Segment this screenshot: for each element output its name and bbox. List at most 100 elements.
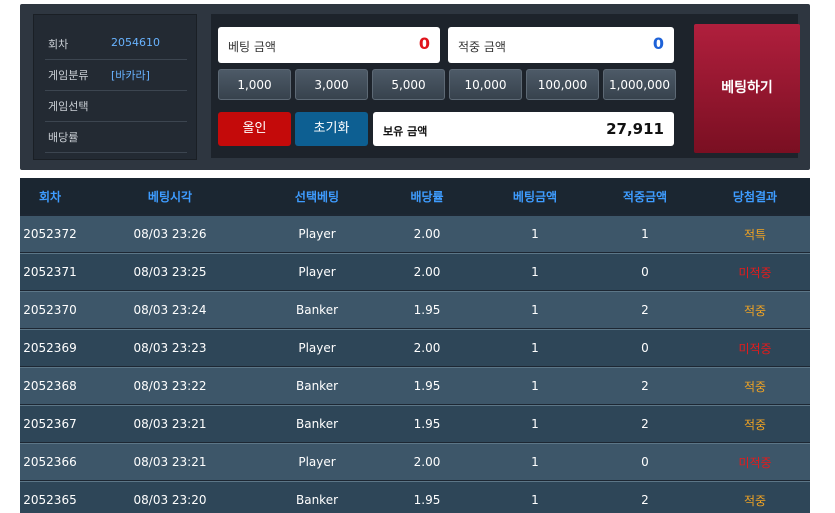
cell-odds: 1.95 [413, 379, 441, 393]
cell-bet-time: 08/03 23:25 [133, 265, 207, 279]
row-divider [20, 291, 810, 292]
row-divider [20, 443, 810, 444]
cell-win-amount: 0 [641, 265, 649, 279]
cell-win-amount: 0 [641, 455, 649, 469]
holding-label: 보유 금액 [383, 125, 428, 138]
cell-selection: Player [298, 265, 336, 279]
cell-selection: Banker [295, 493, 339, 507]
win-amount-field: 적중 금액 0 [448, 27, 674, 63]
all-in-button[interactable]: 올인 [218, 112, 291, 146]
cell-bet-amount: 1 [531, 227, 539, 241]
info-row-odds: 배당률 [45, 122, 187, 153]
cell-bet-time: 08/03 23:26 [133, 227, 207, 241]
table-row: 2052366 08/03 23:21 Player 2.00 1 0 미적중 [20, 444, 810, 480]
bet-amount-label: 베팅 금액 [228, 40, 276, 54]
reset-button[interactable]: 초기화 [295, 112, 368, 146]
cell-odds: 2.00 [413, 265, 441, 279]
header-result: 당첨결과 [732, 189, 778, 204]
odds-label: 배당률 [48, 131, 79, 144]
row-divider [20, 481, 810, 482]
info-row-round: 회차 2054610 [45, 29, 187, 60]
cell-round: 2052372 [23, 227, 77, 241]
cell-win-amount: 2 [641, 379, 649, 393]
row-divider [20, 329, 810, 330]
cell-bet-amount: 1 [531, 341, 539, 355]
holding-value: 27,911 [606, 120, 664, 138]
betting-panel: 회차 2054610 게임분류 [바카라] 게임선택 배당률 베팅 금액 0 적… [20, 4, 810, 170]
cell-bet-amount: 1 [531, 303, 539, 317]
table-header: 회차 베팅시각 선택베팅 배당률 베팅금액 적중금액 당첨결과 [20, 178, 810, 214]
header-odds: 배당률 [410, 189, 444, 204]
cell-result: 적중 [743, 303, 767, 318]
table-row: 2052371 08/03 23:25 Player 2.00 1 0 미적중 [20, 254, 810, 290]
cell-selection: Banker [295, 303, 339, 317]
cell-bet-amount: 1 [531, 455, 539, 469]
cell-result: 적중 [743, 493, 767, 508]
chip-1000-button[interactable]: 1,000 [218, 69, 291, 100]
place-bet-button[interactable]: 베팅하기 [694, 24, 800, 153]
table-row: 2052369 08/03 23:23 Player 2.00 1 0 미적중 [20, 330, 810, 366]
chip-100000-button[interactable]: 100,000 [526, 69, 599, 100]
info-row-game-select: 게임선택 [45, 91, 187, 122]
header-selection: 선택베팅 [294, 189, 340, 204]
round-label: 회차 [48, 38, 69, 51]
cell-selection: Banker [295, 417, 339, 431]
chip-10000-button[interactable]: 10,000 [449, 69, 522, 100]
cell-round: 2052369 [23, 341, 77, 355]
cell-bet-time: 08/03 23:21 [133, 417, 207, 431]
table-row: 2052365 08/03 23:20 Banker 1.95 1 2 적중 [20, 482, 810, 513]
bet-history-table: 회차 베팅시각 선택베팅 배당률 베팅금액 적중금액 당첨결과 2052372 08/03 2… [20, 178, 810, 513]
cell-win-amount: 2 [641, 493, 649, 507]
cell-result: 미적중 [738, 341, 772, 356]
row-divider [20, 253, 810, 254]
cell-round: 2052367 [23, 417, 77, 431]
chip-5000-button[interactable]: 5,000 [372, 69, 445, 100]
cell-bet-time: 08/03 23:20 [133, 493, 207, 507]
chip-1000000-button[interactable]: 1,000,000 [603, 69, 676, 100]
win-amount-value: 0 [652, 34, 664, 53]
cell-result: 적특 [743, 227, 767, 242]
cell-bet-amount: 1 [531, 493, 539, 507]
cell-result: 적중 [743, 417, 767, 432]
header-bet-time: 베팅시각 [147, 189, 193, 204]
header-bet-amount: 베팅금액 [512, 189, 558, 204]
cell-result: 미적중 [738, 455, 772, 470]
cell-odds: 1.95 [413, 493, 441, 507]
cell-odds: 1.95 [413, 303, 441, 317]
game-select-label: 게임선택 [48, 100, 89, 113]
cell-round: 2052368 [23, 379, 77, 393]
cell-odds: 2.00 [413, 341, 441, 355]
cell-odds: 2.00 [413, 455, 441, 469]
cell-bet-amount: 1 [531, 379, 539, 393]
cell-bet-time: 08/03 23:21 [133, 455, 207, 469]
cell-selection: Player [298, 341, 336, 355]
bet-amount-field[interactable]: 베팅 금액 0 [218, 27, 440, 63]
cell-win-amount: 2 [641, 303, 649, 317]
header-win-amount: 적중금액 [622, 189, 668, 204]
cell-win-amount: 2 [641, 417, 649, 431]
cell-round: 2052370 [23, 303, 77, 317]
chip-3000-button[interactable]: 3,000 [295, 69, 368, 100]
cell-round: 2052365 [23, 493, 77, 507]
cell-bet-time: 08/03 23:22 [133, 379, 207, 393]
info-row-game-type: 게임분류 [바카라] [45, 60, 187, 91]
holding-amount-box: 보유 금액 27,911 [373, 112, 674, 146]
win-amount-label: 적중 금액 [458, 40, 506, 54]
table-row: 2052367 08/03 23:21 Banker 1.95 1 2 적중 [20, 406, 810, 442]
table-row: 2052370 08/03 23:24 Banker 1.95 1 2 적중 [20, 292, 810, 328]
row-divider [20, 367, 810, 368]
cell-round: 2052366 [23, 455, 77, 469]
cell-bet-amount: 1 [531, 417, 539, 431]
cell-win-amount: 1 [641, 227, 649, 241]
cell-selection: Banker [295, 379, 339, 393]
cell-bet-time: 08/03 23:23 [133, 341, 207, 355]
cell-bet-time: 08/03 23:24 [133, 303, 207, 317]
game-type-label: 게임분류 [48, 69, 89, 82]
header-round: 회차 [38, 189, 62, 204]
round-value: 2054610 [111, 36, 160, 49]
bet-amount-value: 0 [418, 34, 430, 53]
cell-odds: 1.95 [413, 417, 441, 431]
cell-result: 적중 [743, 379, 767, 394]
cell-result: 미적중 [738, 265, 772, 280]
game-type-value: [바카라] [111, 69, 150, 82]
